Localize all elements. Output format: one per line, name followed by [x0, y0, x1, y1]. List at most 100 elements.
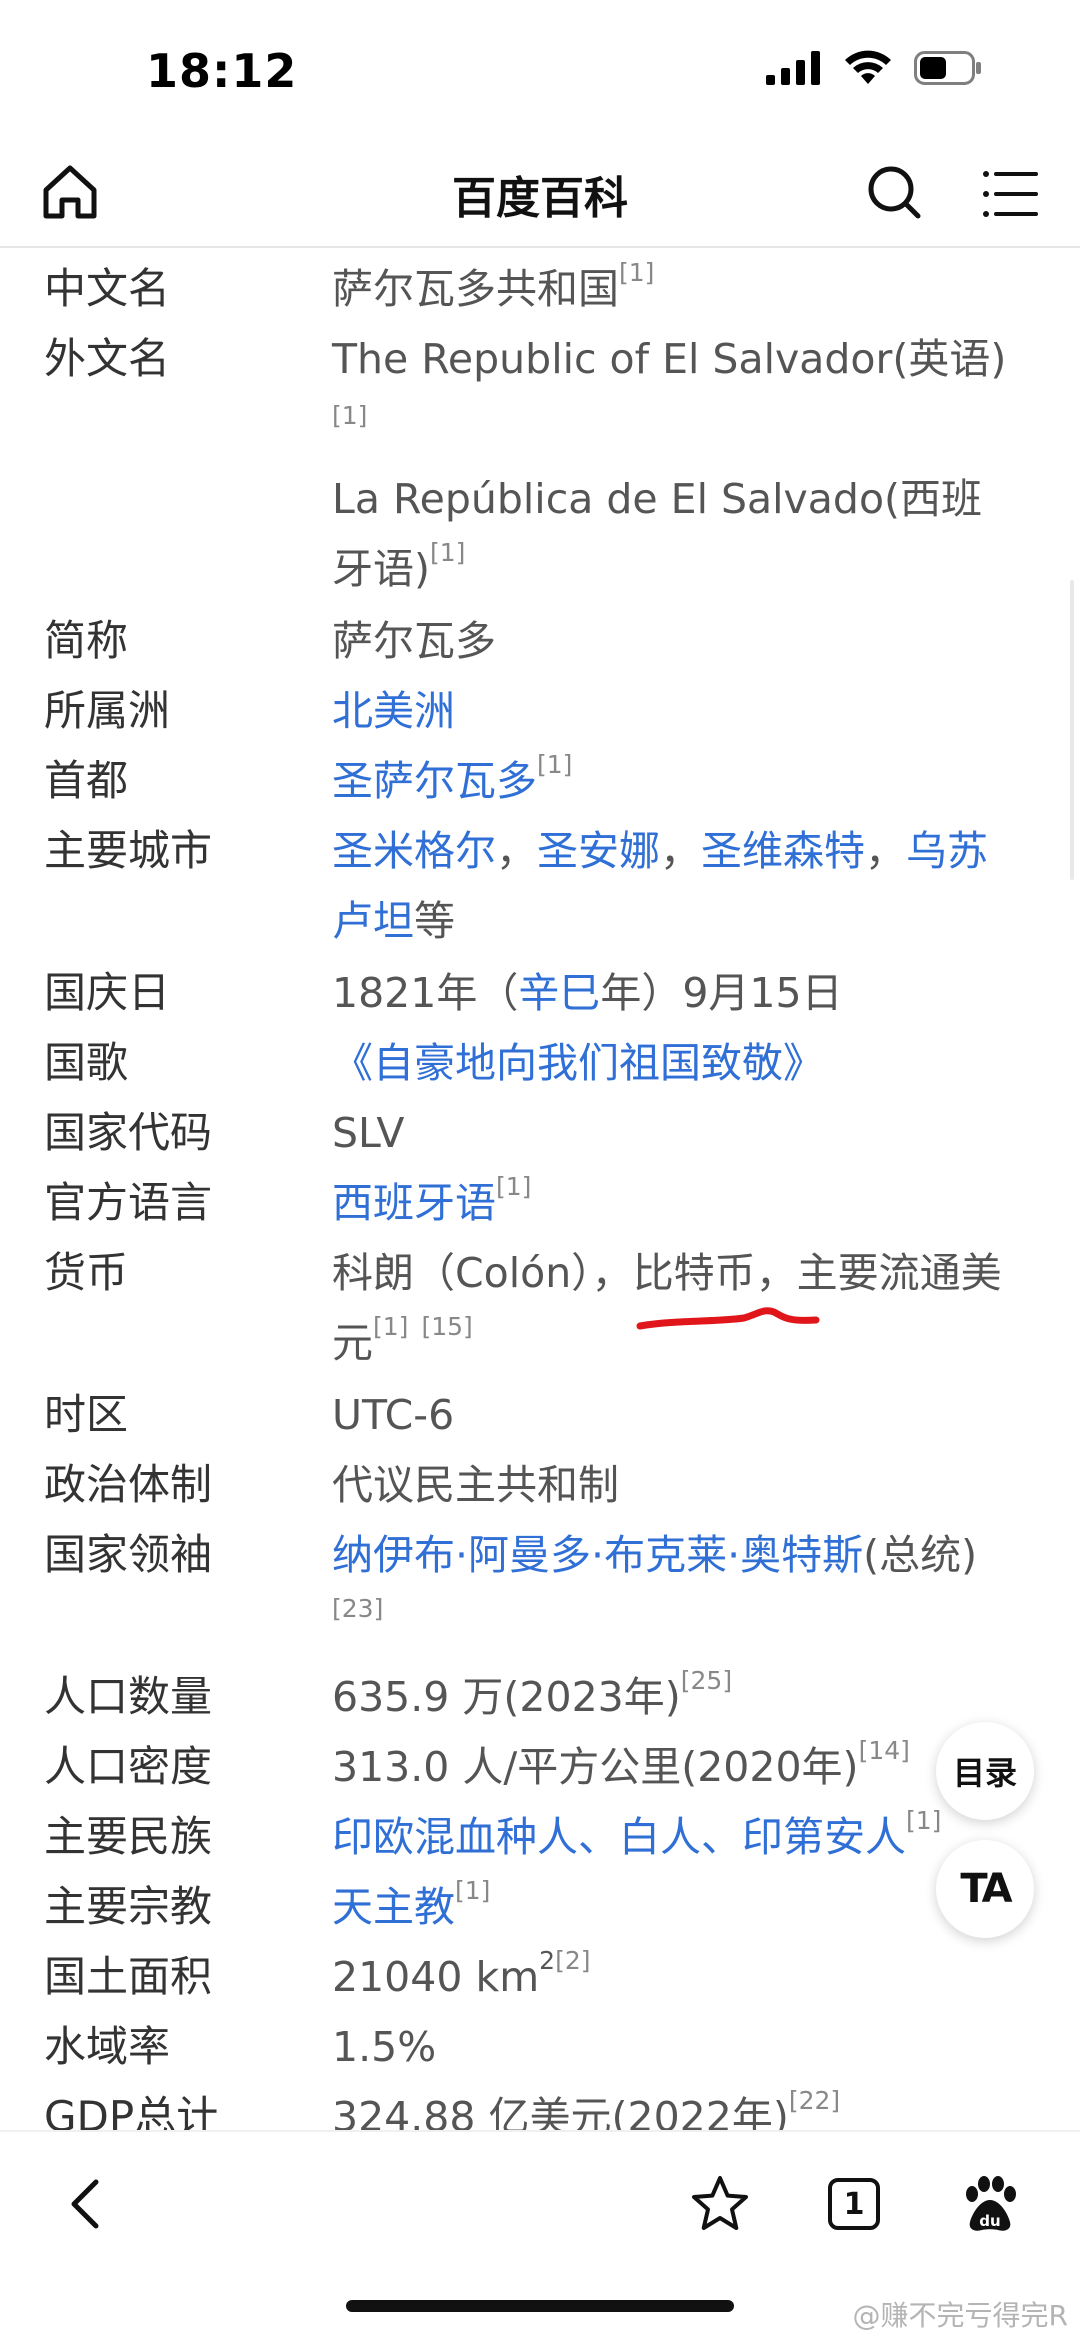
value-text: 等 [414, 897, 455, 945]
info-value: 313.0 人/平方公里(2020年)[14] [332, 1732, 1022, 1802]
table-of-contents-button[interactable]: 目录 [936, 1722, 1034, 1820]
ethnic-link[interactable]: 印欧混血种人、白人、印第安人 [332, 1813, 906, 1861]
citation[interactable]: [1] [537, 750, 572, 779]
baidu-paw-icon: du [966, 2176, 1016, 2231]
citation[interactable]: [15] [421, 1312, 472, 1341]
info-value: 萨尔瓦多共和国[1] [332, 254, 1022, 324]
search-icon [868, 166, 921, 219]
bottom-toolbar: 1 du @赚不完亏得完R [0, 2130, 1080, 2340]
info-value: SLV [332, 1109, 405, 1157]
star-icon [692, 2176, 748, 2230]
info-value: 印欧混血种人、白人、印第安人[1] [332, 1802, 1022, 1872]
menu-list-icon [983, 171, 1038, 217]
menu-button[interactable] [978, 162, 1042, 226]
home-indicator[interactable] [346, 2300, 734, 2312]
info-label: 国家领袖 [44, 1530, 213, 1579]
citation[interactable]: [1] [430, 538, 465, 567]
ganzhi-link[interactable]: 辛巳 [518, 969, 600, 1017]
value-text: 年）9月15日 [600, 969, 843, 1017]
citation[interactable]: [1] [619, 258, 654, 287]
info-value: 21040 km2[2] [332, 1942, 1022, 2012]
info-label: 国歌 [44, 1038, 129, 1087]
value-text: 21040 km [332, 1953, 540, 2001]
value-text: (总统) [863, 1531, 978, 1579]
capital-link[interactable]: 圣萨尔瓦多 [332, 757, 537, 805]
baidu-button[interactable]: du [952, 2166, 1028, 2242]
value-text: 635.9 万(2023年) [332, 1673, 681, 1721]
info-label: 国家代码 [44, 1108, 213, 1157]
red-underline-annotation [636, 1307, 820, 1330]
citation[interactable]: [1] [496, 1172, 531, 1201]
info-value: 324.88 亿美元(2022年)[22] [332, 2082, 1022, 2132]
info-label: 国土面积 [44, 1952, 213, 2001]
search-button[interactable] [862, 160, 926, 224]
city-link[interactable]: 圣安娜 [537, 827, 660, 875]
chevron-left-icon [71, 2179, 99, 2229]
separator: ， [865, 827, 906, 875]
app-header: 百度百科 [0, 140, 1080, 248]
value-text: 1821年（ [332, 969, 519, 1017]
citation[interactable]: [1] [332, 394, 1022, 438]
tabs-button[interactable]: 1 [828, 2178, 880, 2230]
text-size-button[interactable]: TA [936, 1840, 1034, 1938]
info-label: 主要民族 [44, 1812, 213, 1861]
leader-link[interactable]: 纳伊布·阿曼多·布克莱·奥特斯 [332, 1531, 863, 1579]
info-value: 萨尔瓦多 [332, 617, 496, 665]
page: 18:12 百度百科 中文名 萨尔瓦多共和国[1] 外文名 The Republ… [0, 0, 1080, 2340]
info-label: 简称 [44, 616, 129, 665]
value-text: The Republic of El Salvador(英语) [332, 335, 1007, 383]
favorite-button[interactable] [682, 2166, 758, 2242]
info-label: 水域率 [44, 2022, 171, 2071]
info-value: 1.5% [332, 2023, 437, 2071]
svg-text:du: du [979, 2212, 1000, 2230]
superscript: 2 [539, 1946, 556, 1975]
citation[interactable]: [22] [789, 2086, 840, 2115]
info-label: 国庆日 [44, 968, 171, 1017]
info-value: 西班牙语[1] [332, 1168, 1022, 1238]
info-label: 官方语言 [44, 1178, 213, 1227]
info-value: 1821年（辛巳年）9月15日 [332, 958, 1022, 1028]
value-text: 萨尔瓦多共和国 [332, 265, 619, 313]
continent-link[interactable]: 北美洲 [332, 687, 455, 735]
info-label: 外文名 [44, 334, 171, 383]
info-value: La República de El Salvado(西班牙语)[1] [332, 464, 1022, 604]
citation[interactable]: [14] [859, 1736, 910, 1765]
scrollbar[interactable] [1070, 580, 1074, 880]
info-label: 人口密度 [44, 1742, 213, 1791]
city-link[interactable]: 圣维森特 [701, 827, 865, 875]
battery-icon [914, 51, 981, 85]
city-link[interactable]: 圣米格尔 [332, 827, 496, 875]
citation[interactable]: [2] [555, 1946, 590, 1975]
citation[interactable]: [1] [455, 1876, 490, 1905]
citation[interactable]: [1] [373, 1312, 408, 1341]
info-value: 圣米格尔，圣安娜，圣维森特，乌苏卢坦等 [332, 816, 1022, 956]
info-label: 时区 [44, 1390, 129, 1439]
info-value: 北美洲 [332, 676, 1022, 746]
citation[interactable]: [25] [681, 1666, 732, 1695]
info-value: 纳伊布·阿曼多·布克莱·奥特斯(总统) [23] [332, 1520, 1022, 1660]
info-label: 政治体制 [44, 1460, 213, 1509]
citation[interactable]: [1] [906, 1806, 941, 1835]
language-link[interactable]: 西班牙语 [332, 1179, 496, 1227]
separator: ， [660, 827, 701, 875]
anthem-link[interactable]: 《自豪地向我们祖国致敬》 [332, 1039, 824, 1087]
info-label: GDP总计 [44, 2092, 219, 2132]
value-text: La República de El Salvado(西班牙语) [332, 475, 983, 593]
info-value: 圣萨尔瓦多[1] [332, 746, 1022, 816]
watermark: @赚不完亏得完R [852, 2299, 1068, 2332]
back-button[interactable] [50, 2166, 126, 2242]
info-label: 主要城市 [44, 826, 213, 875]
info-label: 人口数量 [44, 1672, 213, 1721]
info-label: 首都 [44, 756, 129, 805]
status-icons [766, 50, 984, 86]
info-value: 代议民主共和制 [332, 1461, 619, 1509]
citation[interactable]: [23] [332, 1594, 383, 1623]
basic-info-table: 中文名 萨尔瓦多共和国[1] 外文名 The Republic of El Sa… [0, 252, 1080, 2132]
info-value: The Republic of El Salvador(英语) [1] [332, 324, 1022, 438]
religion-link[interactable]: 天主教 [332, 1883, 455, 1931]
info-label: 货币 [44, 1248, 129, 1297]
tab-count: 1 [843, 2186, 865, 2222]
wifi-icon [845, 50, 891, 84]
info-label: 中文名 [44, 264, 171, 313]
info-label: 所属洲 [44, 686, 171, 735]
